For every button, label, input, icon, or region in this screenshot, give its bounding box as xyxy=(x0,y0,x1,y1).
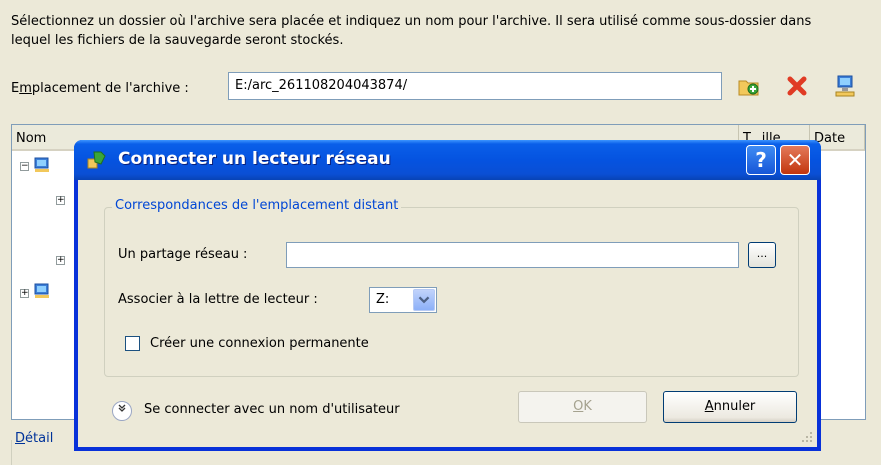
browse-button[interactable]: ... xyxy=(748,242,776,268)
chevron-down-icon[interactable] xyxy=(413,289,435,311)
tree-collapse-toggle[interactable]: − xyxy=(20,162,29,171)
remote-location-group-title: Correspondances de l'emplacement distant xyxy=(112,198,402,213)
network-icon xyxy=(34,283,49,298)
resize-grip-icon[interactable] xyxy=(801,431,813,443)
details-group-label[interactable]: Détail xyxy=(15,431,53,446)
new-folder-icon[interactable] xyxy=(737,74,761,98)
drive-letter-label: Associer à la lettre de lecteur : xyxy=(118,292,318,307)
map-network-drive-dialog: Connecter un lecteur réseau ? ✕ Correspo… xyxy=(74,140,821,451)
permanent-connection-label: Créer une connexion permanente xyxy=(150,336,369,351)
network-drive-icon xyxy=(87,151,106,169)
ok-button[interactable]: OK xyxy=(518,391,647,423)
share-label: Un partage réseau : xyxy=(118,247,248,262)
tree-expand-toggle[interactable]: + xyxy=(56,196,65,205)
help-button[interactable]: ? xyxy=(746,145,776,175)
tree-expand-toggle[interactable]: + xyxy=(56,256,65,265)
computer-icon xyxy=(34,157,49,172)
network-share-input[interactable] xyxy=(286,242,739,268)
drive-letter-value: Z: xyxy=(376,292,390,307)
cancel-button[interactable]: Annuler xyxy=(663,391,797,423)
permanent-connection-checkbox[interactable] xyxy=(125,336,140,351)
dialog-title: Connecter un lecteur réseau xyxy=(118,149,391,169)
expand-user-options-button[interactable] xyxy=(112,401,132,421)
archive-location-label: Emplacement de l'archive : xyxy=(11,81,189,96)
tree-expand-toggle[interactable]: + xyxy=(20,289,29,298)
connect-as-user-label[interactable]: Se connecter avec un nom d'utilisateur xyxy=(144,402,400,417)
drive-letter-select[interactable]: Z: xyxy=(369,287,437,313)
map-network-drive-icon[interactable] xyxy=(833,74,857,98)
delete-icon[interactable] xyxy=(785,74,809,98)
intro-text: Sélectionnez un dossier où l'archive ser… xyxy=(11,14,812,48)
archive-location-input[interactable]: E:/arc_261108204043874/ xyxy=(228,72,722,100)
dialog-body: Correspondances de l'emplacement distant… xyxy=(78,180,817,447)
dialog-titlebar[interactable]: Connecter un lecteur réseau ? ✕ xyxy=(74,140,821,180)
double-chevron-down-icon xyxy=(118,404,126,412)
close-button[interactable]: ✕ xyxy=(780,145,810,175)
